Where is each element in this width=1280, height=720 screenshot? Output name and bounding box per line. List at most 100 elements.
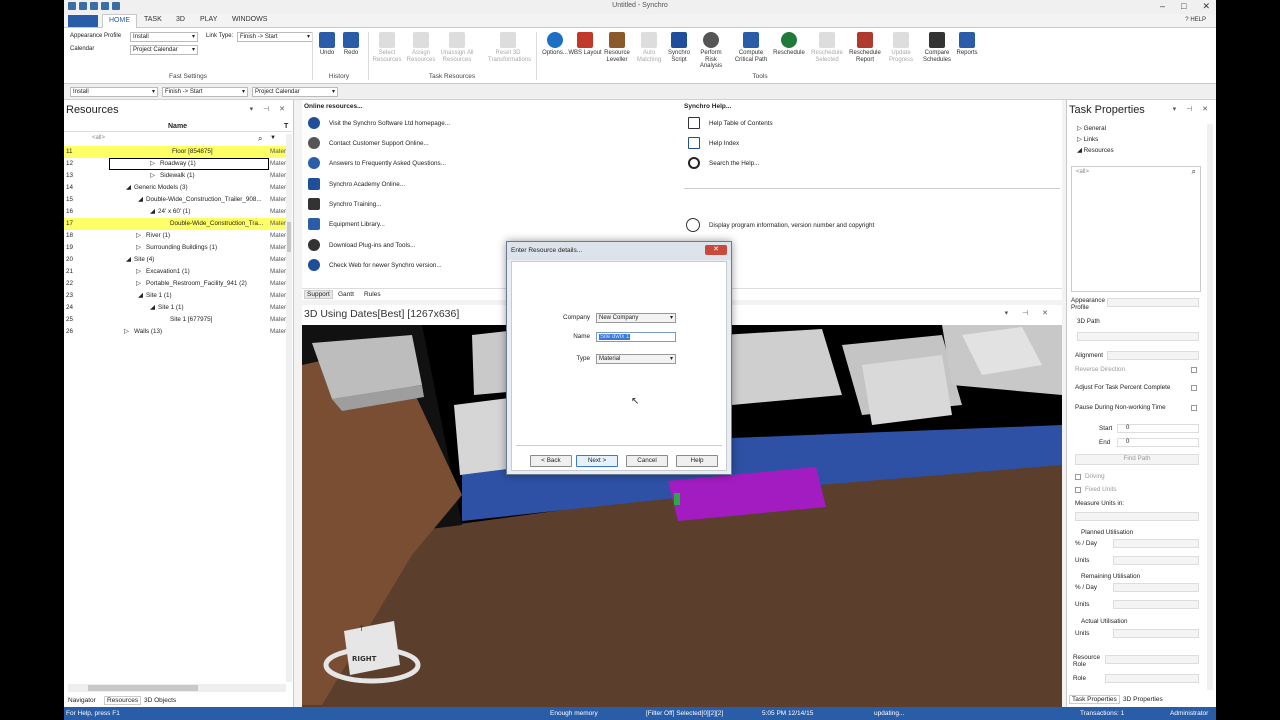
column-type[interactable]: T	[284, 123, 288, 130]
link-type-combo[interactable]: Finish -> Start	[237, 32, 313, 42]
next-button[interactable]: Next >	[576, 455, 618, 467]
resource-leveller-button[interactable]: Resource Leveller	[600, 32, 634, 63]
cancel-button[interactable]: Cancel	[626, 455, 668, 467]
3d-view-controls[interactable]: ▾ ⊣ ✕	[1005, 309, 1054, 317]
help-index-link[interactable]: Help Index	[709, 140, 739, 147]
redo-button[interactable]: Redo	[334, 32, 368, 57]
tab-3d[interactable]: 3D	[176, 16, 185, 23]
tab-support[interactable]: Support	[304, 290, 333, 299]
dialog-title-bar[interactable]: Enter Resource details... ✕	[507, 242, 731, 260]
resources-list-box[interactable]: <all> ⌕	[1071, 166, 1201, 292]
table-row[interactable]: 11 Floor [854875] Materi	[64, 146, 292, 158]
tab-3d-properties[interactable]: 3D Properties	[1123, 696, 1163, 703]
reset-transformations-button[interactable]: Reset 3D Transformations	[488, 32, 531, 63]
expand-icon[interactable]: ▷	[150, 158, 155, 170]
tab-resources[interactable]: Resources	[104, 696, 142, 705]
table-row[interactable]: 23 ◢ Site 1 (1) Materi	[64, 290, 292, 302]
table-row[interactable]: 15 ◢ Double-Wide_Construction_Trailer_90…	[64, 194, 292, 206]
table-row[interactable]: 14 ◢ Generic Models (3) Materi	[64, 182, 292, 194]
auto-matching-button[interactable]: Auto Matching	[632, 32, 666, 63]
select-resources-button[interactable]: Select Resources	[370, 32, 404, 63]
tree-item-general[interactable]: ▷ General	[1077, 125, 1106, 132]
training-link[interactable]: Synchro Training...	[329, 201, 382, 208]
calendar-filter-combo[interactable]: Project Calendar	[252, 87, 338, 97]
table-row[interactable]: 25 Site 1 [677975] Materi	[64, 314, 292, 326]
maximize-icon[interactable]: □	[1181, 1, 1186, 12]
properties-vertical-scrollbar[interactable]	[1207, 124, 1213, 690]
profile-filter-combo[interactable]: Install	[70, 87, 158, 97]
expand-icon[interactable]: ▷	[136, 278, 141, 290]
search-icon[interactable]: ⌕	[258, 134, 262, 144]
find-path-button[interactable]: Find Path	[1075, 454, 1199, 465]
critical-path-button[interactable]: Compute Critical Path	[734, 32, 768, 63]
planned-pct-day-input[interactable]	[1113, 539, 1199, 548]
scroll-thumb[interactable]	[287, 222, 291, 252]
pause-checkbox[interactable]	[1191, 405, 1197, 411]
table-row[interactable]: 20 ◢ Site (4) Materi	[64, 254, 292, 266]
panel-controls[interactable]: ▾ ⊣ ✕	[250, 105, 289, 113]
collapse-icon[interactable]: ◢	[150, 206, 155, 218]
type-combo[interactable]: Material	[596, 354, 676, 364]
collapse-icon[interactable]: ◢	[138, 194, 143, 206]
reschedule-selected-button[interactable]: Reschedule Selected	[810, 32, 844, 63]
calendar-combo[interactable]: Project Calendar	[130, 45, 198, 55]
reschedule-button[interactable]: Reschedule	[772, 32, 806, 57]
wbs-layout-button[interactable]: WBS Layout	[568, 32, 602, 57]
tab-3d-objects[interactable]: 3D Objects	[144, 697, 176, 704]
risk-analysis-button[interactable]: Perform Risk Analysis	[694, 32, 728, 70]
tab-play[interactable]: PLAY	[200, 16, 217, 23]
3d-path-combo[interactable]	[1077, 332, 1199, 341]
help-menu[interactable]: ? HELP	[1185, 17, 1206, 23]
academy-link[interactable]: Synchro Academy Online...	[329, 181, 405, 188]
view-cube-label[interactable]: RIGHT	[352, 655, 377, 663]
appearance-profile-combo[interactable]	[1107, 298, 1199, 307]
name-input[interactable]: Site dwfx 1	[596, 332, 676, 342]
collapse-icon[interactable]: ◢	[150, 302, 155, 314]
tree-item-resources[interactable]: ◢ Resources	[1077, 147, 1114, 154]
table-row[interactable]: 16 ◢ 24' x 60' (1) Materi	[64, 206, 292, 218]
table-row[interactable]: 24 ◢ Site 1 (1) Materi	[64, 302, 292, 314]
company-combo[interactable]: New Company	[596, 313, 676, 323]
remaining-pct-day-input[interactable]	[1113, 583, 1199, 592]
table-row[interactable]: 13 ▷ Sidewalk (1) Materi	[64, 170, 292, 182]
filter-funnel-icon[interactable]: ▼	[270, 135, 276, 141]
equipment-library-link[interactable]: Equipment Library...	[329, 221, 385, 228]
measure-units-combo[interactable]	[1075, 512, 1199, 521]
fixed-units-checkbox[interactable]	[1075, 487, 1081, 493]
search-help-link[interactable]: Search the Help...	[709, 160, 759, 167]
end-input[interactable]: 0	[1117, 438, 1199, 447]
file-menu-button[interactable]	[68, 15, 98, 27]
collapse-icon[interactable]: ◢	[126, 254, 131, 266]
help-contents-link[interactable]: Help Table of Contents	[709, 120, 773, 127]
table-row[interactable]: 21 ▷ Excavation1 (1) Materi	[64, 266, 292, 278]
options-button[interactable]: Options...	[538, 32, 572, 57]
column-name[interactable]: Name	[168, 123, 187, 130]
minimize-icon[interactable]: –	[1160, 1, 1165, 12]
expand-icon[interactable]: ▷	[136, 266, 141, 278]
about-link[interactable]: Display program information, version num…	[709, 222, 874, 229]
tab-rules[interactable]: Rules	[364, 291, 381, 298]
resources-vertical-scrollbar[interactable]	[286, 134, 292, 682]
driving-checkbox[interactable]	[1075, 474, 1081, 480]
support-online-link[interactable]: Contact Customer Support Online...	[329, 140, 429, 147]
table-row-selected[interactable]: 12 ▷ Roadway (1) Materi	[64, 158, 292, 170]
resources-horizontal-scrollbar[interactable]	[68, 684, 286, 692]
collapse-icon[interactable]: ◢	[138, 290, 143, 302]
homepage-link[interactable]: Visit the Synchro Software Ltd homepage.…	[329, 120, 450, 127]
synchro-script-button[interactable]: Synchro Script	[662, 32, 696, 63]
search-icon[interactable]: ⌕	[1192, 167, 1196, 177]
resources-filter-row[interactable]: <all> ⌕ ▼	[64, 134, 292, 144]
tab-navigator[interactable]: Navigator	[68, 697, 96, 704]
reports-button[interactable]: Reports	[950, 32, 984, 57]
planned-units-input[interactable]	[1113, 556, 1199, 565]
alignment-combo[interactable]	[1107, 351, 1199, 360]
help-button[interactable]: Help	[676, 455, 718, 467]
back-button[interactable]: < Back	[530, 455, 572, 467]
tree-item-links[interactable]: ▷ Links	[1077, 136, 1098, 143]
tab-task-properties[interactable]: Task Properties	[1069, 695, 1120, 704]
collapse-icon[interactable]: ◢	[126, 182, 131, 194]
expand-icon[interactable]: ▷	[136, 242, 141, 254]
actual-units-input[interactable]	[1113, 629, 1199, 638]
resource-role-combo[interactable]	[1105, 655, 1199, 664]
tab-task[interactable]: TASK	[144, 16, 162, 23]
